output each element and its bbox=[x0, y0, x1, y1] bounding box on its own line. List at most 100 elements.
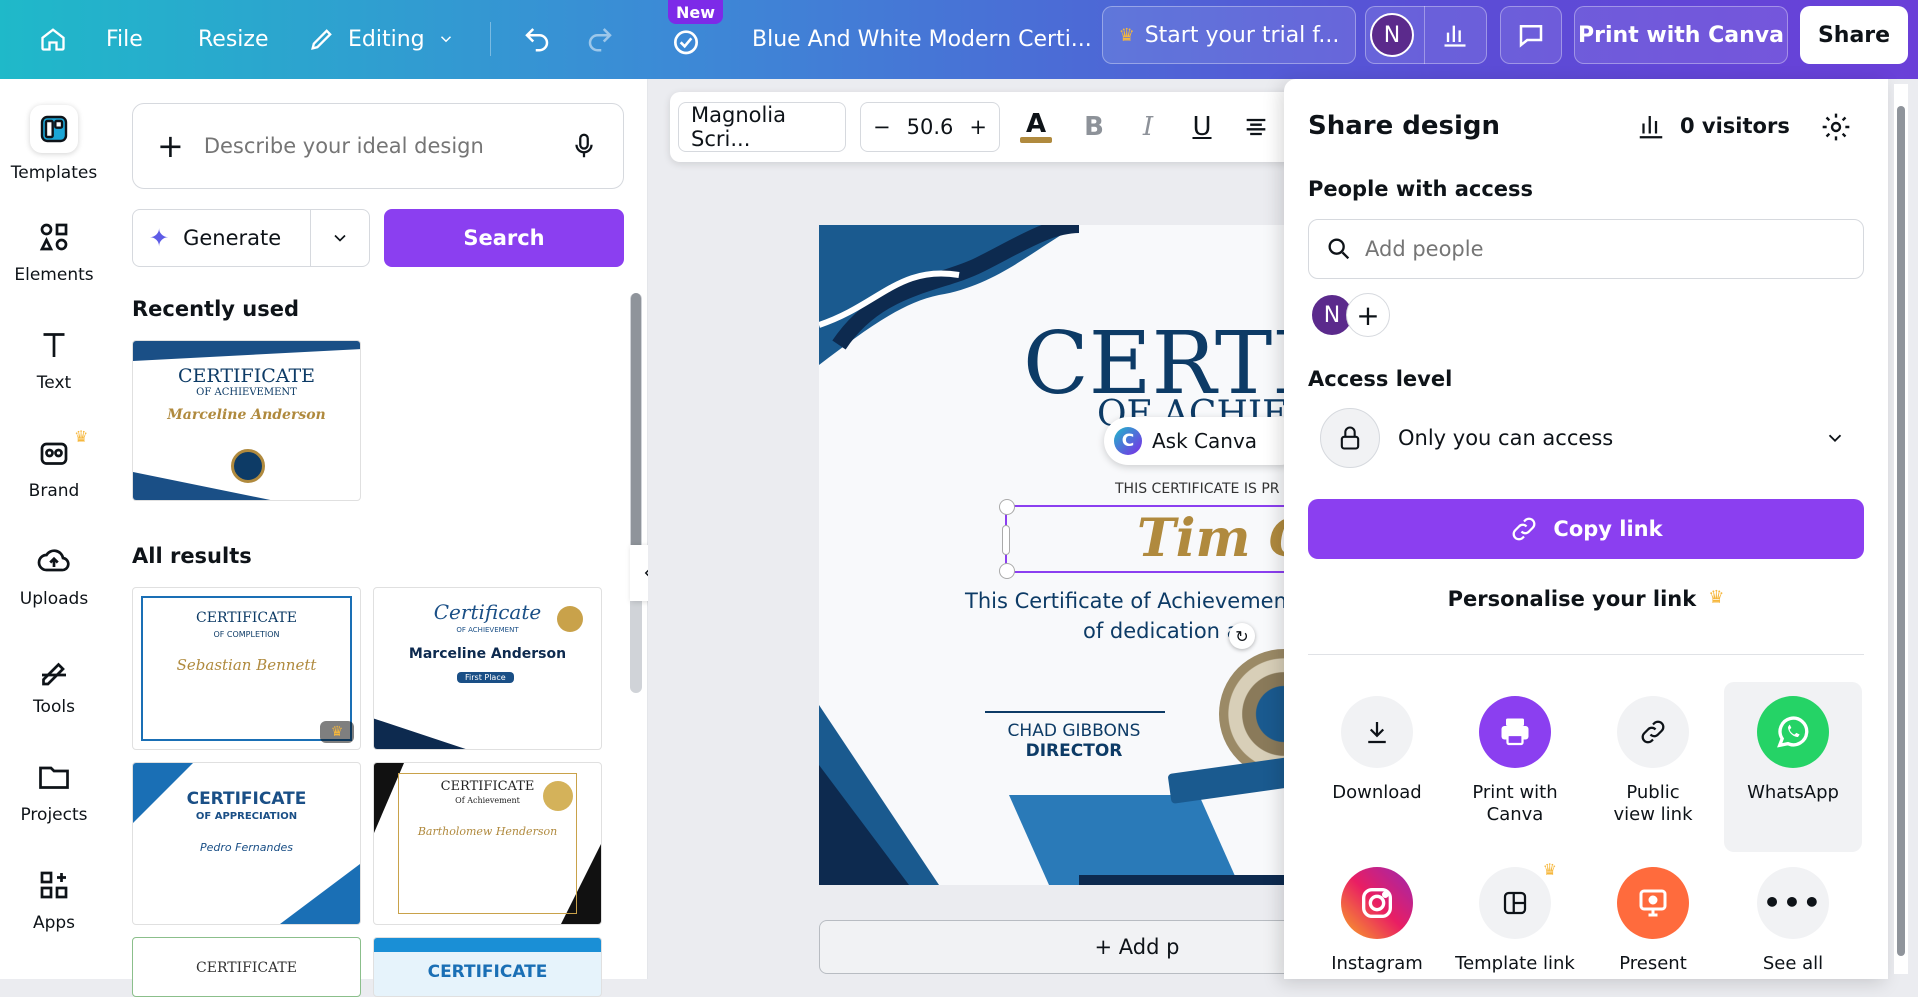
thumb-title: CERTIFICATE bbox=[177, 365, 315, 387]
increase-size-button[interactable]: + bbox=[969, 115, 987, 139]
pencil-icon bbox=[311, 29, 332, 50]
save-status-button[interactable] bbox=[664, 19, 708, 63]
start-trial-button[interactable]: ♛ Start your trial f... bbox=[1102, 6, 1356, 64]
font-family-dropdown[interactable]: Magnolia Scri... bbox=[678, 102, 846, 152]
file-menu[interactable]: File bbox=[106, 19, 143, 59]
rail-templates[interactable]: Templates bbox=[0, 105, 108, 183]
bold-button[interactable]: B bbox=[1074, 112, 1114, 142]
editing-mode-button[interactable]: Editing bbox=[308, 19, 455, 59]
align-center-icon bbox=[1246, 118, 1266, 136]
option-label: See all bbox=[1762, 953, 1824, 974]
undo-icon bbox=[525, 28, 549, 52]
share-design-panel: Share design 0 visitors People with acce… bbox=[1284, 79, 1888, 979]
presented-to-text[interactable]: THIS CERTIFICATE IS PR bbox=[1115, 481, 1280, 497]
template-link-option[interactable]: ♛ Template link bbox=[1450, 860, 1580, 975]
generate-button[interactable]: ✦ Generate bbox=[133, 210, 311, 266]
gear-icon bbox=[1822, 113, 1850, 141]
text-color-button[interactable]: A bbox=[1016, 111, 1056, 143]
rail-label: Apps bbox=[32, 913, 76, 933]
print-with-canva-button[interactable]: Print with Canva bbox=[1574, 6, 1788, 64]
download-option[interactable]: Download bbox=[1312, 696, 1442, 804]
crown-icon: ♛ bbox=[1708, 587, 1725, 608]
document-title[interactable]: Blue And White Modern Certi... bbox=[752, 19, 1092, 59]
rail-uploads[interactable]: Uploads bbox=[0, 543, 108, 609]
comment-icon bbox=[1519, 25, 1543, 48]
rail-projects[interactable]: Projects bbox=[0, 759, 108, 825]
align-button[interactable] bbox=[1236, 113, 1276, 141]
rotate-icon[interactable]: ↻ bbox=[1229, 623, 1255, 649]
comments-button[interactable] bbox=[1500, 6, 1562, 64]
redo-button[interactable] bbox=[578, 19, 622, 59]
copy-link-button[interactable]: Copy link bbox=[1308, 499, 1864, 559]
whatsapp-icon bbox=[1757, 696, 1829, 768]
all-results-heading: All results bbox=[132, 544, 252, 568]
share-panel-scrollbar[interactable] bbox=[1894, 84, 1908, 974]
describe-design-input[interactable] bbox=[203, 134, 569, 158]
top-bar: File Resize Editing New Blue And White M… bbox=[0, 0, 1918, 79]
search-button[interactable]: Search bbox=[384, 209, 624, 267]
generate-label: Generate bbox=[183, 226, 282, 250]
bar-chart-icon bbox=[1639, 116, 1663, 139]
rail-brand[interactable]: Brand ♛ bbox=[0, 427, 108, 501]
template-thumbnail[interactable]: CERTIFICATE bbox=[373, 937, 602, 997]
share-settings-button[interactable] bbox=[1820, 111, 1852, 147]
scrollbar-thumb[interactable] bbox=[1897, 106, 1905, 956]
rail-text[interactable]: Text bbox=[0, 327, 108, 393]
see-all-option[interactable]: ••• See all bbox=[1724, 867, 1862, 975]
undo-button[interactable] bbox=[515, 19, 559, 59]
microphone-icon[interactable] bbox=[569, 131, 599, 161]
font-size-value[interactable]: 50.6 bbox=[907, 115, 954, 139]
whatsapp-option[interactable]: WhatsApp bbox=[1724, 682, 1862, 852]
print-with-canva-option[interactable]: Print with Canva bbox=[1450, 696, 1580, 826]
resize-handle[interactable] bbox=[999, 499, 1015, 515]
certificate-body-line1[interactable]: This Certificate of Achievemen bbox=[965, 589, 1287, 613]
ask-canva-button[interactable]: C Ask Canva bbox=[1104, 417, 1304, 465]
access-level-dropdown[interactable]: Only you can access bbox=[1308, 405, 1864, 471]
decrease-size-button[interactable]: − bbox=[873, 115, 891, 139]
add-people-box[interactable] bbox=[1308, 219, 1864, 279]
resize-menu[interactable]: Resize bbox=[198, 19, 269, 59]
template-thumbnail[interactable]: Certificate OF ACHIEVEMENT Marceline And… bbox=[373, 587, 602, 750]
chevron-down-icon bbox=[440, 36, 451, 43]
generate-split-button: ✦ Generate bbox=[132, 209, 370, 267]
option-label: WhatsApp bbox=[1747, 782, 1839, 803]
home-button[interactable] bbox=[30, 19, 76, 59]
divider bbox=[490, 22, 491, 56]
generate-options-button[interactable] bbox=[311, 228, 369, 248]
describe-design-box[interactable]: + bbox=[132, 103, 624, 189]
signer-name[interactable]: CHAD GIBBONS bbox=[969, 721, 1179, 741]
thumb-title: CERTIFICATE bbox=[196, 610, 297, 626]
rail-tools[interactable]: Tools bbox=[0, 651, 108, 717]
template-thumbnail[interactable]: CERTIFICATE Of Achievement Bartholomew H… bbox=[373, 762, 602, 925]
text-toolbar: Magnolia Scri... − 50.6 + A B I U bbox=[670, 92, 1350, 162]
thumb-subtitle: OF COMPLETION bbox=[213, 630, 280, 639]
template-thumbnail[interactable]: CERTIFICATE OF APPRECIATION Pedro Fernan… bbox=[132, 762, 361, 925]
italic-button[interactable]: I bbox=[1128, 112, 1168, 142]
resize-handle[interactable] bbox=[999, 563, 1015, 579]
rail-apps[interactable]: Apps bbox=[0, 867, 108, 933]
visitors-button[interactable]: 0 visitors bbox=[1636, 111, 1790, 141]
insights-button[interactable] bbox=[1425, 21, 1485, 49]
people-with-access-label: People with access bbox=[1308, 177, 1534, 201]
resize-handle[interactable] bbox=[1002, 525, 1010, 555]
add-collaborator-button[interactable]: + bbox=[1346, 293, 1390, 337]
print-icon bbox=[1479, 696, 1551, 768]
apps-icon bbox=[40, 871, 68, 899]
add-people-input[interactable] bbox=[1365, 237, 1863, 261]
share-button[interactable]: Share bbox=[1800, 6, 1908, 64]
instagram-option[interactable]: Instagram bbox=[1312, 867, 1442, 975]
rail-label: Projects bbox=[20, 805, 88, 825]
underline-button[interactable]: U bbox=[1182, 112, 1222, 142]
public-view-link-option[interactable]: Public view link bbox=[1588, 696, 1718, 826]
panel-scrollbar[interactable] bbox=[630, 293, 642, 693]
present-option[interactable]: Present bbox=[1588, 867, 1718, 975]
recent-template-thumbnail[interactable]: CERTIFICATE OF ACHIEVEMENT Marceline And… bbox=[132, 340, 361, 501]
certificate-body-line2[interactable]: of dedication a bbox=[1083, 619, 1240, 643]
template-thumbnail[interactable]: CERTIFICATE OF COMPLETION Sebastian Benn… bbox=[132, 587, 361, 750]
templates-icon bbox=[30, 105, 78, 153]
avatar[interactable]: N bbox=[1370, 13, 1414, 57]
rail-elements[interactable]: Elements bbox=[0, 219, 108, 285]
personalise-link-button[interactable]: Personalise your link ♛ bbox=[1308, 587, 1864, 611]
template-thumbnail[interactable]: CERTIFICATE bbox=[132, 937, 361, 997]
signer-role[interactable]: DIRECTOR bbox=[969, 741, 1179, 761]
